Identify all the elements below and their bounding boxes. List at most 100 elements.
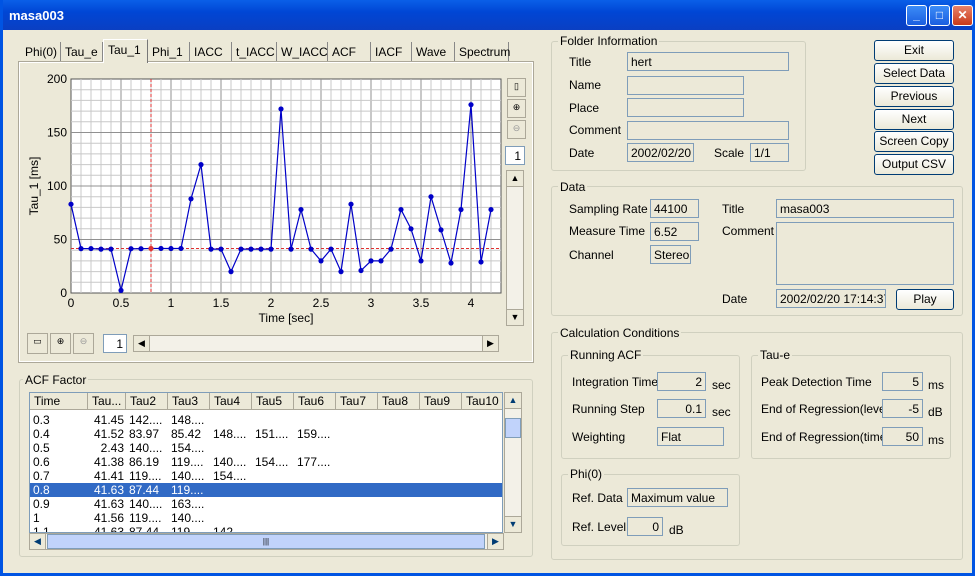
table-row[interactable]: 0.8 41.63 87.44 119....: [30, 483, 502, 497]
table-cell: 87.44: [129, 525, 160, 533]
y-tick-label: 50: [54, 233, 68, 247]
column-header[interactable]: Tau...: [88, 393, 126, 410]
y-tick-label: 100: [47, 179, 67, 193]
table-cell: 154....: [255, 455, 289, 469]
table-vscroll-thumb[interactable]: [505, 418, 521, 438]
folder-place-field: [627, 98, 744, 117]
data-group-label: Data: [558, 180, 588, 194]
tab-acf[interactable]: ACF: [328, 42, 371, 62]
table-cell: [297, 511, 336, 525]
table-cell: [297, 525, 336, 532]
next-button[interactable]: Next: [874, 109, 954, 130]
table-cell: 119....: [171, 525, 204, 533]
table-cell: 41.45: [93, 413, 124, 427]
data-date-label: Date: [722, 292, 748, 306]
zoom-out-horizontal-icon[interactable]: ⊖: [73, 333, 94, 354]
table-row[interactable]: 0.4 41.52 83.97 85.42 148.... 151.... 159....: [30, 427, 502, 441]
vertical-page-field[interactable]: 1: [505, 146, 525, 165]
minimize-icon[interactable]: _: [906, 5, 927, 26]
acf-table[interactable]: Time Tau... Tau2 Tau3 Tau4 Tau5 Tau6 Tau7 Tau8 Ta…: [29, 392, 503, 533]
zoom-out-vertical-icon[interactable]: ⊖: [507, 120, 526, 139]
table-cell: 163....: [171, 497, 205, 511]
column-header[interactable]: Tau6: [294, 393, 336, 410]
fit-vertical-icon[interactable]: ▯: [507, 78, 526, 97]
column-header[interactable]: Tau4: [210, 393, 252, 410]
zoom-in-vertical-icon[interactable]: ⊕: [507, 99, 526, 118]
data-point: [188, 196, 194, 202]
data-point: [158, 245, 164, 252]
column-header[interactable]: Tau8: [378, 393, 420, 410]
table-row[interactable]: 0.3 41.45 142.... 148....: [30, 413, 502, 427]
x-tick-label: 3: [368, 296, 375, 310]
tab-spectrum[interactable]: Spectrum: [455, 42, 510, 62]
table-scroll-up-icon[interactable]: ▲: [504, 392, 522, 409]
table-hscroll-thumb[interactable]: |||: [47, 534, 485, 549]
scroll-up-icon[interactable]: ▲: [506, 170, 524, 187]
fit-horizontal-icon[interactable]: ▭: [27, 333, 48, 354]
scroll-right-icon[interactable]: ▶: [482, 335, 499, 352]
table-row[interactable]: 1.1 41.63 87.44 119.... 142....: [30, 525, 502, 533]
select-data-button[interactable]: Select Data: [874, 63, 954, 84]
folder-scale-label: Scale: [714, 146, 745, 160]
data-comment-field: [776, 222, 954, 285]
data-point: [168, 245, 174, 252]
table-cell: 41.41: [93, 469, 124, 483]
maximize-icon[interactable]: □: [929, 5, 950, 26]
tab-wave[interactable]: Wave: [412, 42, 455, 62]
output-csv-button[interactable]: Output CSV: [874, 154, 954, 175]
folder-date-label: Date: [569, 146, 595, 160]
play-button[interactable]: Play: [896, 289, 954, 310]
close-icon[interactable]: ✕: [952, 5, 973, 26]
column-header[interactable]: Tau9: [420, 393, 462, 410]
scroll-left-icon[interactable]: ◀: [133, 335, 150, 352]
tab-phi-0-[interactable]: Phi(0): [21, 42, 61, 62]
table-scroll-down-icon[interactable]: ▼: [504, 516, 522, 533]
horizontal-page-field[interactable]: 1: [103, 334, 127, 353]
horizontal-scrollbar[interactable]: [133, 335, 499, 352]
y-axis-label: Tau_1 [ms]: [27, 157, 41, 216]
table-cell: 148....: [213, 427, 247, 441]
vertical-scrollbar[interactable]: [506, 170, 524, 326]
table-scroll-right-icon[interactable]: ▶: [487, 533, 504, 550]
tab-w-iacc[interactable]: W_IACC: [277, 42, 328, 62]
table-scroll-left-icon[interactable]: ◀: [29, 533, 46, 550]
tab-t-iacc[interactable]: t_IACC: [232, 42, 277, 62]
data-point: [438, 227, 444, 233]
window-title: masa003: [9, 8, 64, 23]
folder-title-field: hert: [627, 52, 789, 71]
scroll-down-icon[interactable]: ▼: [506, 309, 524, 326]
column-header[interactable]: Tau5: [252, 393, 294, 410]
title-bar[interactable]: masa003: [3, 0, 972, 30]
table-cell: 140....: [213, 455, 247, 469]
sampling-rate-label: Sampling Rate: [569, 202, 648, 216]
tab-iacc[interactable]: IACC: [190, 42, 232, 62]
table-row[interactable]: 0.7 41.41 119.... 140.... 154....: [30, 469, 502, 483]
tab-iacf[interactable]: IACF: [371, 42, 412, 62]
table-row[interactable]: 1 41.56 119.... 140....: [30, 511, 502, 525]
weighting-label: Weighting: [572, 430, 626, 444]
data-point: [258, 246, 264, 252]
folder-date-field: 2002/02/20: [627, 143, 694, 162]
ref-level-unit: dB: [669, 523, 684, 537]
column-header[interactable]: Tau10: [462, 393, 502, 410]
column-header[interactable]: Tau3: [168, 393, 210, 410]
screen-copy-button[interactable]: Screen Copy: [874, 131, 954, 152]
zoom-in-horizontal-icon[interactable]: ⊕: [50, 333, 71, 354]
table-cell: [339, 427, 378, 441]
column-header[interactable]: Time: [30, 393, 88, 410]
table-row[interactable]: 0.6 41.38 86.19 119.... 140.... 154.... 177...…: [30, 455, 502, 469]
table-cell: [213, 441, 252, 455]
exit-button[interactable]: Exit: [874, 40, 954, 61]
data-point: [478, 259, 484, 265]
tab-tau-1[interactable]: Tau_1: [103, 39, 148, 63]
table-cell: [339, 413, 378, 427]
data-point: [448, 260, 454, 266]
table-row[interactable]: 0.5 2.43 140.... 154....: [30, 441, 502, 455]
column-header[interactable]: Tau2: [126, 393, 168, 410]
table-vertical-scrollbar[interactable]: [504, 392, 522, 533]
column-header[interactable]: Tau7: [336, 393, 378, 410]
table-row[interactable]: 0.9 41.63 140.... 163....: [30, 497, 502, 511]
tab-phi-1[interactable]: Phi_1: [148, 42, 190, 62]
tab-tau-e[interactable]: Tau_e: [61, 42, 103, 62]
previous-button[interactable]: Previous: [874, 86, 954, 107]
